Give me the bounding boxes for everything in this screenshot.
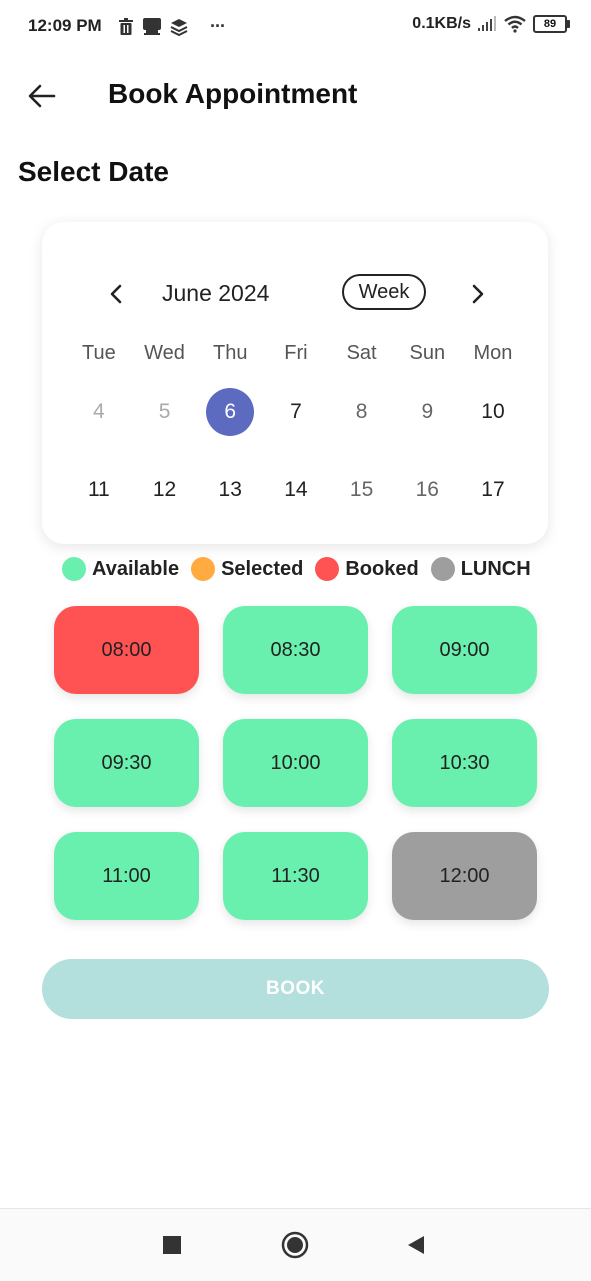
- calendar-day[interactable]: 16: [403, 466, 451, 514]
- status-notification-icons: ···: [118, 16, 226, 37]
- recents-square-icon: [163, 1236, 181, 1254]
- calendar-day[interactable]: 13: [206, 466, 254, 514]
- legend-item-booked: Booked: [315, 557, 419, 581]
- calendar-format-toggle[interactable]: Week: [342, 274, 426, 310]
- legend-item-available: Available: [62, 557, 179, 581]
- more-dots-icon: ···: [210, 16, 226, 36]
- legend-dot: [191, 557, 216, 581]
- time-slot-0900[interactable]: 09:00: [392, 606, 537, 694]
- time-slot-1030[interactable]: 10:30: [392, 719, 537, 807]
- status-bar: 12:09 PM ··· 0.1KB/s 89: [0, 0, 591, 52]
- time-slot-0930[interactable]: 09:30: [54, 719, 199, 807]
- system-navigation-bar: [0, 1208, 591, 1281]
- trash-icon: [119, 17, 133, 35]
- weekday-label: Mon: [473, 341, 513, 364]
- page-title: Book Appointment: [108, 78, 358, 109]
- layers-icon: [170, 18, 188, 36]
- chevron-right-icon: [472, 284, 484, 304]
- weekday-label: Fri: [284, 341, 308, 364]
- calendar-day-disabled: 4: [93, 400, 105, 423]
- weekday-label: Tue: [81, 341, 116, 364]
- home-button[interactable]: [279, 1229, 311, 1261]
- time-slot-1200[interactable]: 12:00: [392, 832, 537, 920]
- legend-dot: [430, 557, 455, 581]
- calendar-day[interactable]: 11: [75, 466, 123, 514]
- previous-week-button[interactable]: [100, 278, 132, 310]
- calendar-day[interactable]: 7: [272, 388, 320, 436]
- battery-icon: 89: [533, 15, 570, 33]
- book-button[interactable]: BOOK: [42, 959, 549, 1019]
- weekday-label: Wed: [144, 341, 185, 364]
- calendar-day[interactable]: 10: [469, 388, 517, 436]
- status-system-icons: 0.1KB/s 89: [412, 15, 570, 33]
- time-slot-grid: 08:00 08:30 09:00 09:30 10:00 10:30 11:0…: [54, 606, 538, 920]
- weekday-row: Tue Wed Thu Fri Sat Sun Mon: [66, 338, 526, 368]
- next-week-button[interactable]: [462, 278, 494, 310]
- legend-dot: [315, 557, 340, 581]
- calendar-header: June 2024 Week: [42, 272, 548, 316]
- recents-button[interactable]: [156, 1229, 188, 1261]
- legend-item-lunch: LUNCH: [430, 557, 531, 581]
- legend-label: Booked: [345, 557, 419, 580]
- calendar-month-label[interactable]: June 2024: [162, 280, 269, 307]
- chevron-left-icon: [110, 284, 122, 304]
- calendar-grid: Tue Wed Thu Fri Sat Sun Mon 4 5 6 7 8 9 …: [66, 338, 526, 544]
- calendar-day[interactable]: 15: [338, 466, 386, 514]
- calendar-day[interactable]: 12: [141, 466, 189, 514]
- calendar-day[interactable]: 17: [469, 466, 517, 514]
- section-title: Select Date: [18, 156, 169, 187]
- status-time: 12:09 PM: [28, 16, 102, 35]
- calendar-day-selected[interactable]: 6: [206, 388, 255, 436]
- time-slot-0830[interactable]: 08:30: [223, 606, 368, 694]
- weekday-label: Sun: [409, 341, 446, 364]
- calendar-week-row: 11 12 13 14 15 16 17: [66, 466, 526, 514]
- calendar-week-row: 4 5 6 7 8 9 10: [66, 388, 526, 436]
- back-triangle-icon: [408, 1236, 424, 1254]
- time-slot-1100[interactable]: 11:00: [54, 832, 199, 920]
- calendar-day[interactable]: 8: [338, 388, 386, 436]
- legend-label: Available: [92, 557, 180, 580]
- calendar-day[interactable]: 14: [272, 466, 320, 514]
- legend-label: Selected: [221, 557, 304, 580]
- notification-icon: [143, 17, 161, 35]
- signal-icon: [478, 16, 496, 31]
- time-slot-1130[interactable]: 11:30: [223, 832, 368, 920]
- calendar-card: June 2024 Week Tue Wed Thu Fri Sat Sun M…: [42, 222, 548, 544]
- legend-item-selected: Selected: [191, 557, 303, 581]
- network-speed: 0.1KB/s: [412, 15, 471, 32]
- weekday-label: Sat: [346, 341, 377, 364]
- wifi-icon: [504, 15, 526, 33]
- calendar-day-disabled: 5: [158, 400, 171, 423]
- back-button[interactable]: [24, 78, 60, 114]
- time-slot-0800[interactable]: 08:00: [54, 606, 199, 694]
- back-nav-button[interactable]: [400, 1229, 432, 1261]
- time-slot-1000[interactable]: 10:00: [223, 719, 368, 807]
- arrow-left-icon: [28, 84, 56, 108]
- slot-legend: Available Selected Booked LUNCH: [62, 557, 531, 581]
- calendar-day[interactable]: 9: [403, 388, 451, 436]
- home-circle-icon: [281, 1231, 309, 1259]
- weekday-label: Thu: [212, 341, 248, 364]
- battery-level: 89: [543, 18, 557, 30]
- legend-dot: [62, 557, 86, 581]
- legend-label: LUNCH: [460, 557, 531, 580]
